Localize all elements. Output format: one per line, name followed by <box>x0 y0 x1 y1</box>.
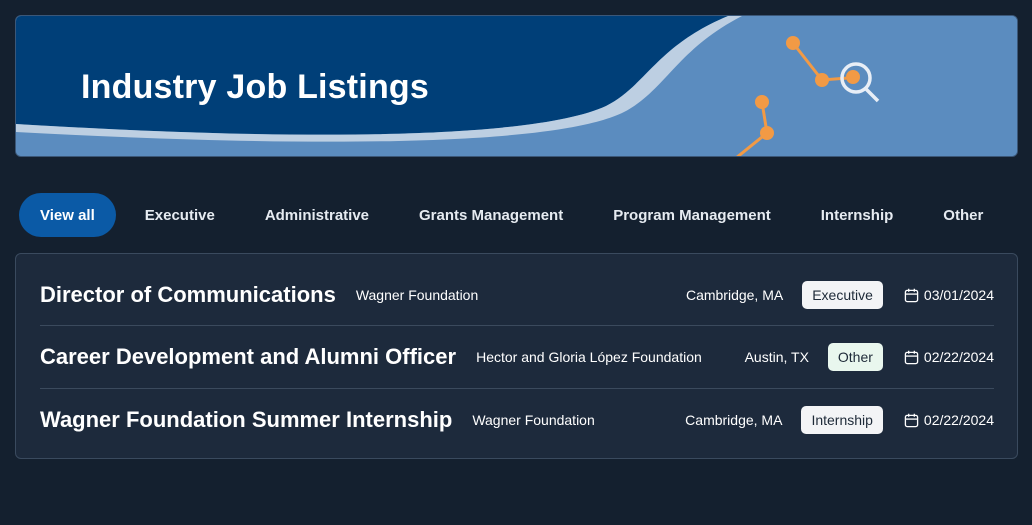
calendar-icon <box>904 288 919 302</box>
category-badge: Executive <box>802 281 883 309</box>
job-title-link[interactable]: Director of Communications <box>40 282 336 308</box>
tab-other[interactable]: Other <box>918 193 1008 237</box>
organization-name: Wagner Foundation <box>472 412 595 428</box>
category-tabs: View all Executive Administrative Grants… <box>19 193 1008 237</box>
job-listing-row[interactable]: Wagner Foundation Summer Internship Wagn… <box>40 389 994 451</box>
job-listings: Director of Communications Wagner Founda… <box>15 253 1018 459</box>
calendar-icon <box>904 413 919 427</box>
job-listing-row[interactable]: Career Development and Alumni Officer He… <box>40 326 994 388</box>
page-banner: Industry Job Listings <box>15 15 1018 157</box>
page-title: Industry Job Listings <box>81 68 430 106</box>
posted-date: 03/01/2024 <box>904 287 994 303</box>
tab-grants-management[interactable]: Grants Management <box>394 193 588 237</box>
organization-name: Hector and Gloria López Foundation <box>476 349 702 365</box>
tab-internship[interactable]: Internship <box>796 193 919 237</box>
job-location: Austin, TX <box>744 349 809 365</box>
category-badge: Internship <box>801 406 883 434</box>
tab-program-management[interactable]: Program Management <box>588 193 796 237</box>
job-location: Cambridge, MA <box>685 287 784 303</box>
posted-date: 02/22/2024 <box>904 412 994 428</box>
job-listing-row[interactable]: Director of Communications Wagner Founda… <box>40 264 994 326</box>
job-title-link[interactable]: Career Development and Alumni Officer <box>40 344 456 370</box>
job-title-link[interactable]: Wagner Foundation Summer Internship <box>40 407 452 433</box>
job-location: Cambridge, MA <box>685 412 783 428</box>
posted-date-text: 03/01/2024 <box>923 287 994 303</box>
posted-date: 02/22/2024 <box>904 349 994 365</box>
calendar-icon <box>904 350 919 364</box>
organization-name: Wagner Foundation <box>355 287 479 303</box>
tab-administrative[interactable]: Administrative <box>240 193 394 237</box>
tab-executive[interactable]: Executive <box>120 193 240 237</box>
category-badge: Other <box>827 343 883 371</box>
tab-view-all[interactable]: View all <box>19 193 116 237</box>
posted-date-text: 02/22/2024 <box>923 412 994 428</box>
posted-date-text: 02/22/2024 <box>923 349 994 365</box>
